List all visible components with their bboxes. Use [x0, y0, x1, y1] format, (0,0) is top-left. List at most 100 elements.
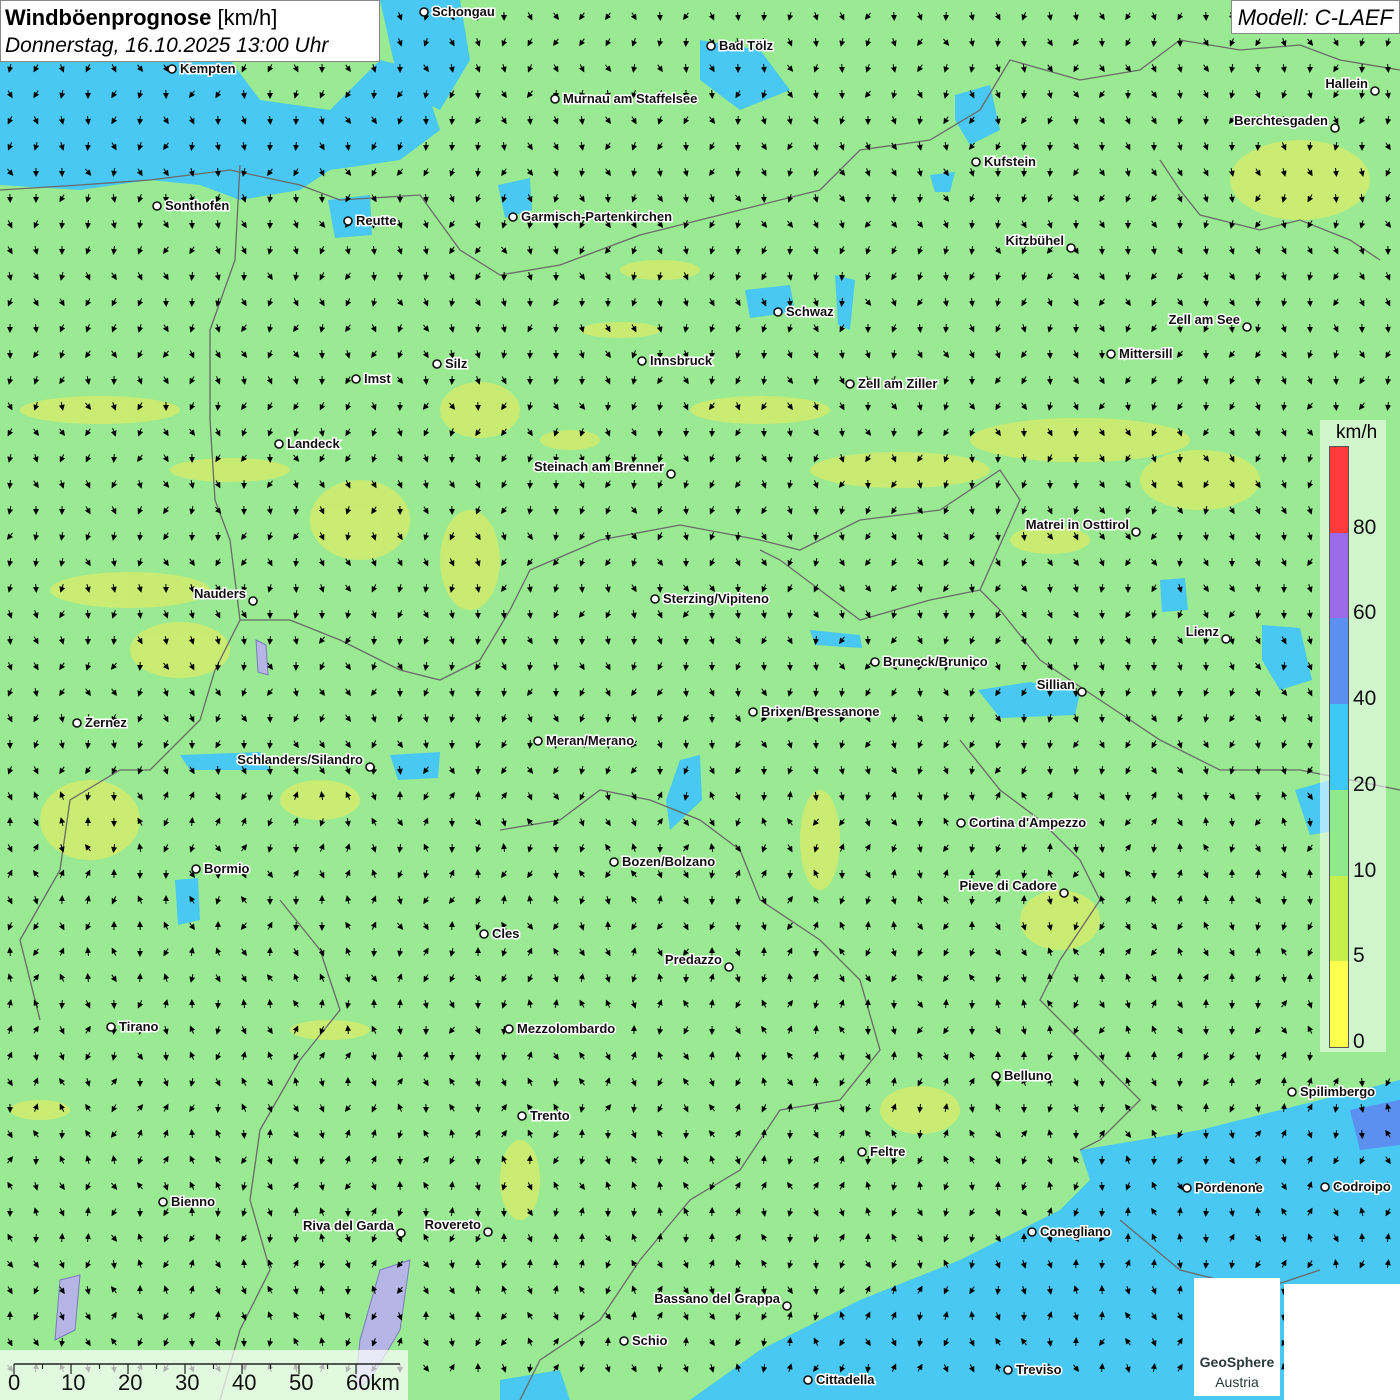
app-logo[interactable]: [1284, 1284, 1400, 1400]
wind-arrow: [969, 609, 976, 619]
city-dot: [956, 818, 966, 828]
city-marker[interactable]: Meran/Merano: [533, 732, 636, 750]
wind-arrow: [32, 583, 39, 593]
wind-arrow: [787, 245, 794, 255]
wind-arrow: [188, 219, 195, 229]
city-marker[interactable]: Murnau am Staffelsee: [550, 90, 699, 108]
wind-arrow: [709, 427, 716, 437]
city-dot: [72, 718, 82, 728]
city-dot: [748, 707, 758, 717]
city-marker[interactable]: Zell am Ziller: [845, 375, 939, 393]
city-dot: [845, 379, 855, 389]
wind-gust-map[interactable]: Schongau Bad Tölz Kempten Murnau am Staffel…: [0, 0, 1400, 1400]
city-label: Pordenone: [1195, 1180, 1263, 1195]
city-label: Treviso: [1016, 1362, 1062, 1377]
wind-arrow: [1099, 1103, 1106, 1113]
city-dot: [637, 356, 647, 366]
city-label: Belluno: [1004, 1068, 1052, 1083]
city-dot: [191, 864, 201, 874]
geosphere-logo-country: Austria: [1215, 1374, 1259, 1390]
wind-arrow: [500, 609, 507, 619]
city-label: Kempten: [180, 61, 236, 76]
city-dot: [991, 1071, 1001, 1081]
color-legend: km/h 0 5 10 20 40 60 80: [1320, 420, 1386, 1053]
city-label: Berchtesgaden: [1234, 113, 1328, 128]
wind-arrow: [604, 193, 611, 203]
wind-arrow: [864, 1233, 871, 1243]
wind-arrow: [786, 661, 793, 671]
city-dot: [365, 762, 375, 772]
legend-color-segment: [1330, 789, 1348, 876]
wind-arrow: [474, 609, 481, 619]
wind-arrow: [656, 583, 663, 593]
scale-label: 20: [118, 1370, 143, 1395]
wind-arrow: [838, 63, 845, 73]
legend-unit: km/h: [1336, 422, 1378, 443]
wind-arrow: [1124, 791, 1131, 801]
wind-arrow: [1358, 1129, 1365, 1139]
wind-arrow: [474, 1155, 481, 1165]
city-dot: [432, 359, 442, 369]
city-label: Matrei in Osttirol: [1026, 517, 1129, 532]
wind-arrow: [111, 453, 118, 463]
map-title-unit: [km/h]: [217, 5, 278, 30]
map-canvas: Schongau Bad Tölz Kempten Murnau am Staffel…: [0, 0, 1400, 1400]
wind-arrow: [1124, 661, 1131, 671]
wind-arrow: [371, 89, 378, 99]
city-marker[interactable]: Garmisch-Partenkirchen: [508, 208, 674, 226]
wind-arrow: [760, 193, 767, 203]
wind-arrow: [1151, 635, 1158, 645]
city-marker[interactable]: Bozen/Bolzano: [609, 853, 717, 871]
wind-arrow: [526, 1155, 533, 1165]
wind-arrow: [1280, 1077, 1287, 1087]
city-marker[interactable]: Brixen/Bressanone: [748, 703, 881, 721]
wind-arrow: [215, 999, 222, 1009]
city-label: Reutte: [356, 213, 396, 228]
legend-tick-label: 10: [1353, 858, 1377, 882]
city-label: Mezzolombardo: [517, 1021, 615, 1036]
city-dot: [803, 1375, 813, 1385]
city-marker[interactable]: Mezzolombardo: [504, 1020, 617, 1038]
wind-arrow: [969, 479, 976, 489]
wind-arrow: [215, 531, 222, 541]
city-marker[interactable]: Innsbruck: [637, 352, 714, 370]
city-marker[interactable]: Schongau: [419, 3, 496, 21]
legend-color-segment: [1330, 447, 1348, 533]
scale-label: 10: [61, 1370, 86, 1395]
wind-arrow: [267, 141, 274, 151]
city-marker[interactable]: Spilimbergo: [1287, 1083, 1377, 1101]
city-label: Trento: [530, 1108, 570, 1123]
city-label: Kufstein: [984, 154, 1036, 169]
city-label: Bormio: [204, 861, 250, 876]
wind-arrow: [1151, 1155, 1158, 1165]
city-marker[interactable]: Conegliano: [1027, 1223, 1112, 1241]
legend-tick-label: 40: [1353, 687, 1377, 711]
wind-arrow: [1306, 323, 1313, 333]
wind-arrow: [371, 947, 378, 957]
city-label: Meran/Merano: [546, 733, 634, 748]
geosphere-logo[interactable]: GeoSphere Austria: [1194, 1278, 1280, 1396]
city-marker[interactable]: Sterzing/Vipiteno: [650, 590, 770, 608]
city-marker[interactable]: Cortina d'Ampezzo: [956, 814, 1088, 832]
city-dot: [167, 64, 177, 74]
city-marker[interactable]: Pordenone: [1182, 1179, 1264, 1197]
wind-arrow: [890, 11, 897, 21]
city-marker[interactable]: Bruneck/Brunico: [870, 653, 989, 671]
city-label: Conegliano: [1040, 1224, 1111, 1239]
city-label: Bad Tölz: [719, 38, 774, 53]
wind-arrow: [968, 869, 975, 879]
wind-arrow: [59, 999, 66, 1009]
wind-arrow: [449, 115, 456, 125]
city-label: Bozen/Bolzano: [622, 854, 715, 869]
city-dot: [1287, 1087, 1297, 1097]
wind-arrow: [734, 141, 741, 151]
wind-arrow: [266, 947, 273, 957]
city-label: Zernez: [85, 715, 127, 730]
city-dot: [1077, 687, 1087, 697]
scale-label: 50: [289, 1370, 314, 1395]
city-marker[interactable]: Sonthofen: [152, 197, 231, 215]
wind-arrow: [1020, 895, 1027, 905]
wind-arrow: [1020, 37, 1027, 47]
map-title: Windböenprognose: [5, 5, 212, 30]
geosphere-logo-name: GeoSphere: [1199, 1354, 1275, 1370]
